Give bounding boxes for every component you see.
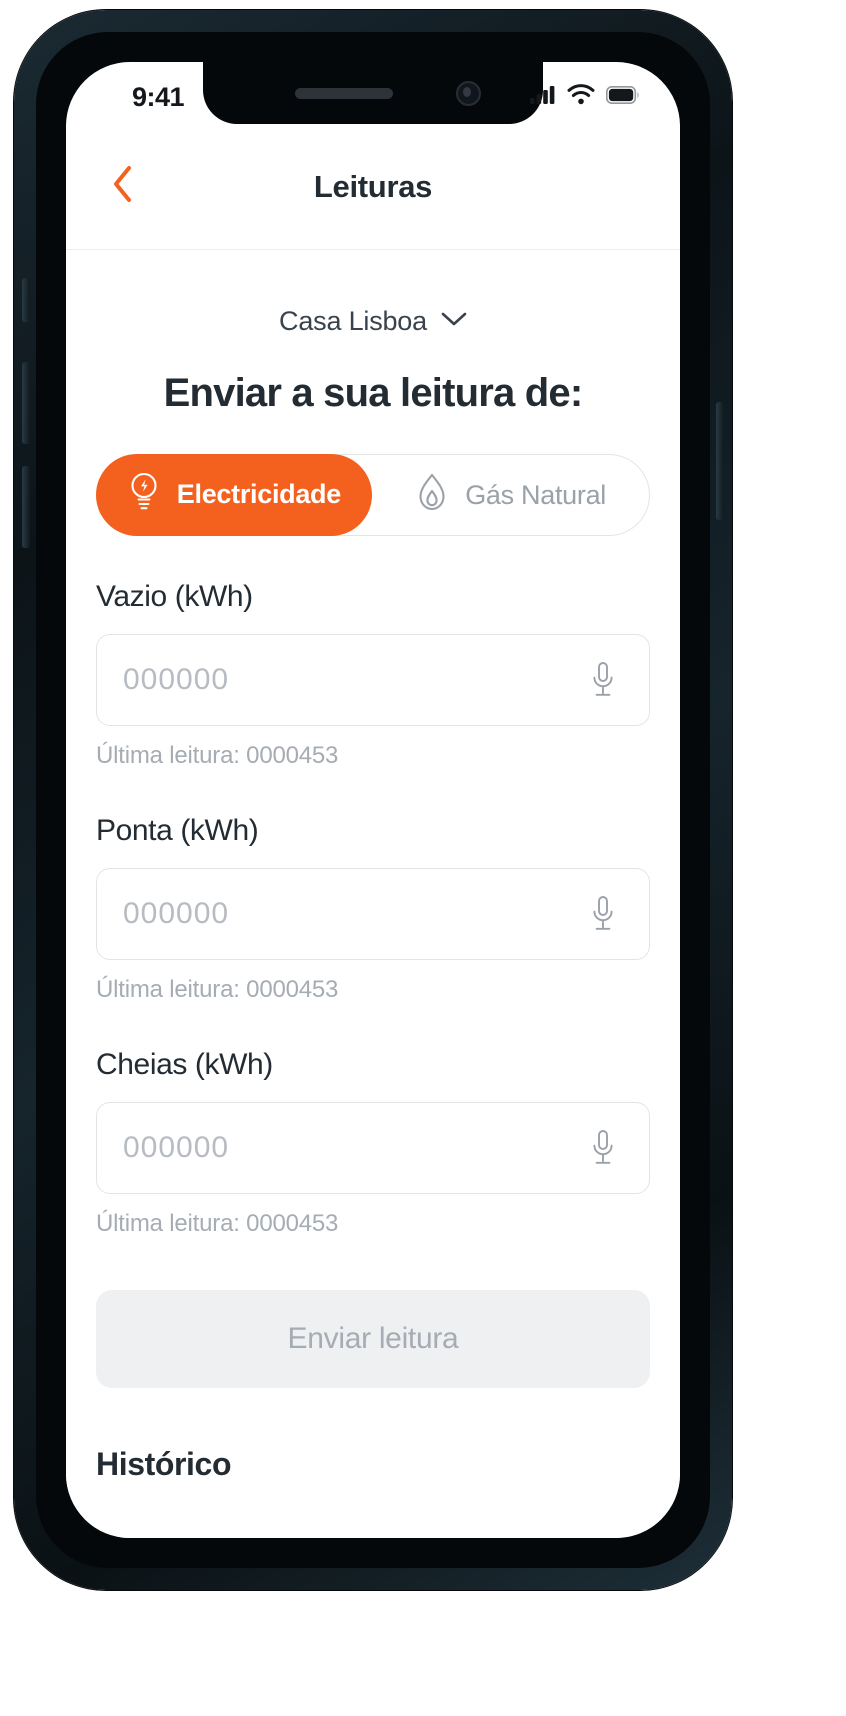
reading-hint-vazio: Última leitura: 0000453 xyxy=(96,742,339,769)
microphone-icon-ponta[interactable] xyxy=(583,891,623,937)
volume-up-button[interactable] xyxy=(22,362,30,444)
energy-type-toggle: Electricidade Gás Natural xyxy=(95,453,650,536)
tab-gas-natural[interactable]: Gás Natural xyxy=(372,455,649,535)
status-bar: 9:41 xyxy=(66,62,680,124)
microphone-icon-vazio[interactable] xyxy=(583,657,623,703)
reading-input-cheias[interactable] xyxy=(123,1131,583,1165)
tab-gas-natural-label: Gás Natural xyxy=(465,479,606,510)
reading-label-ponta: Ponta (kWh) xyxy=(96,814,259,847)
reading-input-wrapper-vazio[interactable] xyxy=(96,634,650,726)
reading-input-ponta[interactable] xyxy=(123,897,583,931)
reading-field-cheias: Cheias (kWh) Última leitura: 00 xyxy=(96,1048,650,1238)
reading-input-vazio[interactable] xyxy=(123,663,583,697)
reading-input-wrapper-ponta[interactable] xyxy=(96,868,650,960)
phone-bezel: 9:41 Leituras Casa Lisboa Enviar a sua l… xyxy=(36,32,710,1568)
wifi-icon xyxy=(567,84,595,110)
lightbulb-icon xyxy=(127,471,161,518)
volume-down-button[interactable] xyxy=(22,466,30,548)
status-icons xyxy=(530,76,640,110)
battery-icon xyxy=(606,85,640,109)
reading-input-wrapper-cheias[interactable] xyxy=(96,1102,650,1194)
house-selector-dropdown[interactable]: Casa Lisboa xyxy=(96,306,650,337)
reading-hint-cheias: Última leitura: 0000453 xyxy=(96,1210,339,1237)
reading-field-ponta: Ponta (kWh) Última leitura: 000 xyxy=(96,814,650,1004)
page-heading: Enviar a sua leitura de: xyxy=(163,371,584,415)
mute-switch[interactable] xyxy=(22,278,30,322)
microphone-icon-cheias[interactable] xyxy=(583,1125,623,1171)
tab-electricidade[interactable]: Electricidade xyxy=(95,453,373,536)
tab-electricidade-label: Electricidade xyxy=(176,479,341,509)
cellular-signal-icon xyxy=(530,85,556,110)
flame-icon xyxy=(415,472,449,519)
page-title: Leituras xyxy=(313,168,433,204)
submit-reading-button[interactable]: Enviar leitura xyxy=(96,1290,650,1388)
reading-label-cheias: Cheias (kWh) xyxy=(96,1048,273,1081)
chevron-left-icon xyxy=(111,165,133,208)
reading-hint-ponta: Última leitura: 0000453 xyxy=(96,976,339,1003)
reading-field-vazio: Vazio (kWh) Última leitura: 000 xyxy=(96,580,650,770)
power-button[interactable] xyxy=(716,402,724,520)
navigation-header: Leituras xyxy=(66,124,680,250)
phone-device-frame: 9:41 Leituras Casa Lisboa Enviar a sua l… xyxy=(14,10,732,1590)
history-section-title: Histórico xyxy=(96,1446,232,1482)
back-button[interactable] xyxy=(94,159,150,215)
house-selector-label: Casa Lisboa xyxy=(279,306,427,336)
reading-label-vazio: Vazio (kWh) xyxy=(96,580,253,613)
status-time: 9:41 xyxy=(132,81,185,112)
phone-screen: 9:41 Leituras Casa Lisboa Enviar a sua l… xyxy=(66,62,680,1538)
chevron-down-icon xyxy=(441,311,467,332)
main-content: Casa Lisboa Enviar a sua leitura de: Ele… xyxy=(66,250,680,1538)
